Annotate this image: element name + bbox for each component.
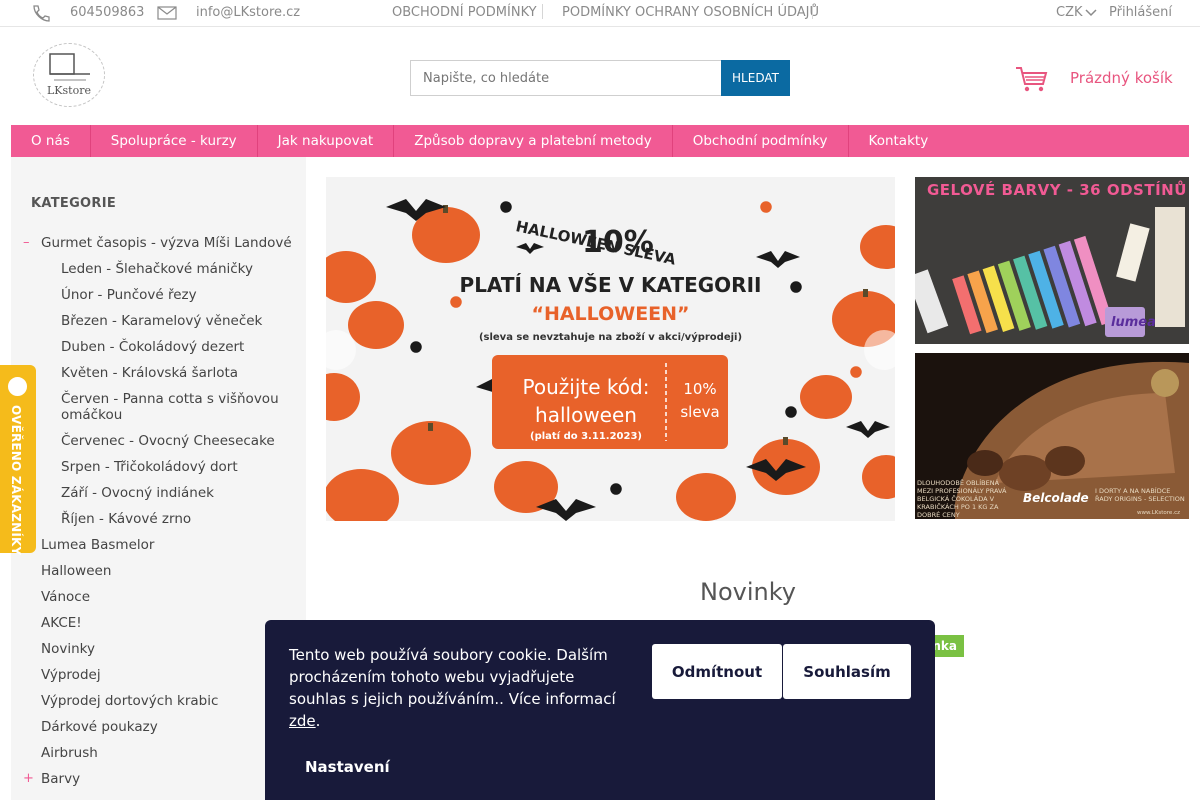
belcolade-logo: Belcolade: [1023, 491, 1089, 505]
banner-line2: “HALLOWEEN”: [531, 303, 690, 325]
divider: [542, 4, 543, 19]
belcolade-left-caption: DLOUHODOBĚ OBLÍBENÁ MEZI PROFESIONÁLY PR…: [917, 479, 1007, 519]
category-item[interactable]: Novinky: [41, 641, 95, 657]
belcolade-banner[interactable]: DLOUHODOBĚ OBLÍBENÁ MEZI PROFESIONÁLY PR…: [915, 353, 1189, 519]
belcolade-right-caption: I DORTY A NA NABÍDCE ŘADY ORIGINS - SELE…: [1095, 487, 1185, 503]
slider-next-arrow[interactable]: [864, 330, 904, 370]
category-item[interactable]: Výprodej: [41, 667, 101, 683]
subcategory-item[interactable]: Červenec - Ovocný Cheesecake: [61, 433, 291, 449]
banner-note: (sleva se nevztahuje na zboží v akci/výp…: [478, 332, 743, 343]
subcategory-item[interactable]: Únor - Punčové řezy: [61, 287, 291, 303]
category-gourmet[interactable]: Gurmet časopis - výzva Míši Landové: [41, 235, 292, 251]
subcategory-item[interactable]: Duben - Čokoládový dezert: [61, 339, 291, 355]
expand-icon[interactable]: +: [23, 771, 34, 786]
subcategory-item[interactable]: Srpen - Třičokoládový dort: [61, 459, 291, 475]
category-sidebar: KATEGORIE – Gurmet časopis - výzva Míši …: [11, 157, 306, 800]
nav-item-terms[interactable]: Obchodní podmínky: [673, 125, 849, 157]
slider-prev-arrow[interactable]: [316, 330, 356, 370]
gel-colors-banner[interactable]: GELOVÉ BARVY - 36 ODSTÍNŮ lumea: [915, 177, 1189, 344]
main-nav: O nás Spolupráce - kurzy Jak nakupovat Z…: [11, 125, 1189, 157]
cookie-settings-button[interactable]: Nastavení: [305, 758, 390, 776]
link-privacy[interactable]: PODMÍNKY OCHRANY OSOBNÍCH ÚDAJŮ: [562, 5, 819, 20]
verified-badge-label: OVĚŘENO ZÁKAZNÍKY: [9, 405, 23, 556]
subcategory-item[interactable]: Září - Ovocný indiánek: [61, 485, 291, 501]
category-item[interactable]: Vánoce: [41, 589, 90, 605]
category-item[interactable]: Dárkové poukazy: [41, 719, 158, 735]
category-item[interactable]: Airbrush: [41, 745, 98, 761]
link-terms[interactable]: OBCHODNÍ PODMÍNKY: [392, 5, 537, 20]
verified-badge[interactable]: OVĚŘENO ZÁKAZNÍKY: [0, 365, 36, 556]
banner-ticket-percent: 10%: [683, 380, 717, 398]
phone-icon: [33, 5, 50, 22]
nav-item-about[interactable]: O nás: [11, 125, 91, 157]
nav-item-courses[interactable]: Spolupráce - kurzy: [91, 125, 258, 157]
subcategory-item[interactable]: Leden - Šlehačkové máničky: [61, 261, 291, 277]
banner-valid: (platí do 3.11.2023): [530, 431, 642, 442]
top-bar: 604509863 info@LKstore.cz OBCHODNÍ PODMÍ…: [0, 0, 1200, 27]
currency-select[interactable]: CZK: [1056, 5, 1083, 20]
gel-colors-title: GELOVÉ BARVY - 36 ODSTÍNŮ: [927, 181, 1187, 199]
nav-item-contacts[interactable]: Kontakty: [849, 125, 949, 157]
login-link[interactable]: Přihlášení: [1109, 5, 1172, 20]
category-item[interactable]: Halloween: [41, 563, 111, 579]
logo-text: LKstore: [47, 84, 91, 97]
verified-seal-icon: [6, 375, 29, 398]
banner-line1: PLATÍ NA VŠE V KATEGORII: [459, 273, 762, 297]
search-input[interactable]: [410, 60, 722, 96]
subcategory-item[interactable]: Říjen - Kávové zrno: [61, 511, 291, 527]
nav-item-shipping[interactable]: Způsob dopravy a platební metody: [394, 125, 673, 157]
reject-cookies-button[interactable]: Odmítnout: [652, 644, 782, 699]
phone-number[interactable]: 604509863: [70, 5, 144, 20]
site-logo[interactable]: LKstore: [33, 43, 105, 107]
sidebar-title: KATEGORIE: [31, 196, 117, 211]
nav-item-how-to-buy[interactable]: Jak nakupovat: [258, 125, 395, 157]
category-item[interactable]: AKCE!: [41, 615, 82, 631]
email-link[interactable]: info@LKstore.cz: [196, 5, 300, 20]
banner-ticket-word: sleva: [680, 403, 720, 421]
cart-label[interactable]: Prázdný košík: [1070, 69, 1173, 87]
mail-icon: [157, 6, 177, 20]
cookie-banner: Tento web používá soubory cookie. Dalším…: [265, 620, 935, 800]
banner-code: halloween: [535, 403, 637, 427]
subcategory-item[interactable]: Květen - Královská šarlota: [61, 365, 291, 381]
category-item[interactable]: Barvy: [41, 771, 80, 787]
section-title: Novinky: [700, 578, 796, 606]
lumea-logo: lumea: [1111, 315, 1156, 330]
search-button[interactable]: HLEDAT: [721, 60, 790, 96]
category-item[interactable]: Výprodej dortových krabic: [41, 693, 218, 709]
accept-cookies-button[interactable]: Souhlasím: [783, 644, 911, 699]
banner-percent: 10%: [582, 225, 654, 260]
halloween-banner[interactable]: HALLOWEEN SLEVA 10% PLATÍ NA VŠE V KATEG…: [326, 177, 895, 521]
cookie-message: Tento web používá soubory cookie. Dalším…: [289, 646, 616, 708]
belcolade-url: www.LKstore.cz: [1137, 510, 1180, 516]
subcategory-item[interactable]: Březen - Karamelový věneček: [61, 313, 291, 329]
cookie-more-link[interactable]: zde: [289, 712, 316, 730]
chevron-down-icon[interactable]: [1085, 9, 1097, 17]
category-item[interactable]: Lumea Basmelor: [41, 537, 154, 553]
collapse-icon[interactable]: –: [23, 235, 30, 250]
banner-code-label: Použijte kód:: [522, 375, 650, 399]
subcategory-item[interactable]: Červen - Panna cotta s višňovou omáčkou: [61, 391, 291, 423]
cart-icon[interactable]: [1014, 64, 1048, 94]
cookie-text-block: Tento web používá soubory cookie. Dalším…: [289, 646, 616, 730]
divider: [812, 4, 813, 19]
logo-mark-icon: [49, 53, 90, 81]
